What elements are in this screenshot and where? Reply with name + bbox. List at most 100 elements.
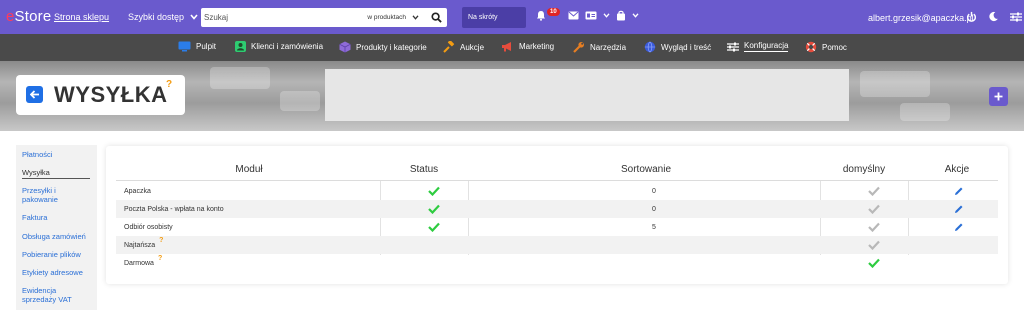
check-icon	[428, 186, 440, 196]
settings-sidebar: Płatności Wysyłka Przesyłki i pakowanie …	[16, 145, 97, 310]
bell-icon[interactable]	[536, 10, 546, 21]
logo[interactable]: eStore	[6, 8, 51, 25]
sidebar-item-payments[interactable]: Płatności	[22, 150, 92, 159]
nav-marketing[interactable]: Marketing	[501, 41, 554, 52]
search-button[interactable]	[425, 8, 447, 27]
page-help-icon[interactable]: ?	[166, 79, 172, 90]
nav-label: Marketing	[519, 42, 555, 51]
sidebar-item-invoice[interactable]: Faktura	[22, 213, 92, 222]
moon-icon[interactable]	[988, 11, 999, 22]
banner-decoration	[280, 91, 320, 111]
banner-decoration	[210, 67, 270, 89]
nav-label: Wygląd i treść	[661, 42, 712, 52]
sidebar-item-order-handling[interactable]: Obsługa zamówień	[22, 232, 92, 241]
shortcuts-button[interactable]: Na skróty	[462, 7, 526, 28]
column-header-default: domyślny	[842, 164, 886, 175]
cell-status[interactable]	[391, 218, 477, 236]
nav-pulpit[interactable]: Pulpit	[178, 41, 216, 52]
module-name: Poczta Polska - wpłata na konto	[124, 205, 224, 213]
sidebar-item-address-labels[interactable]: Etykiety adresowe	[22, 268, 92, 277]
sidebar-item-parcels-packing[interactable]: Przesyłki i pakowanie	[22, 186, 66, 204]
cell-default[interactable]	[831, 236, 917, 254]
sliders-icon[interactable]	[1010, 12, 1022, 22]
search-icon	[430, 12, 442, 23]
cell-status[interactable]	[391, 200, 477, 218]
nav-products-categories[interactable]: Produkty i kategorie	[339, 41, 427, 53]
monitor-icon	[178, 41, 191, 52]
help-icon[interactable]: ?	[158, 255, 162, 262]
help-icon[interactable]: ?	[159, 237, 163, 244]
user-email[interactable]: albert.grzesik@apaczka.pl	[868, 13, 974, 23]
check-icon	[868, 204, 880, 214]
megaphone-icon	[502, 42, 511, 52]
cell-module[interactable]: Odbiór osobisty	[124, 218, 173, 236]
nav-label: Klienci i zamówienia	[251, 42, 324, 51]
cell-status[interactable]	[391, 236, 477, 254]
module-name: Najtańsza	[124, 241, 156, 249]
cell-default[interactable]	[831, 182, 917, 200]
cell-default[interactable]	[831, 200, 917, 218]
plus-icon	[994, 92, 1003, 101]
cell-actions	[919, 182, 998, 200]
chevron-down-icon[interactable]	[603, 13, 610, 18]
nav-label: Pulpit	[196, 42, 217, 51]
shopping-bag-icon[interactable]	[616, 10, 626, 21]
cell-sorting	[479, 236, 829, 254]
edit-button[interactable]	[954, 186, 964, 196]
table-row: Apaczka 0	[116, 182, 998, 200]
check-icon	[428, 222, 440, 232]
check-icon	[868, 222, 880, 232]
cell-module[interactable]: Darmowa?	[124, 254, 162, 272]
table-row: Poczta Polska - wpłata na konto 0	[116, 200, 998, 218]
chevron-down-icon[interactable]	[632, 13, 639, 18]
id-card-icon[interactable]	[585, 11, 597, 20]
sidebar-item-shipping[interactable]: Wysyłka	[22, 168, 92, 177]
cell-default[interactable]	[831, 254, 917, 272]
nav-configuration[interactable]: Konfiguracja	[727, 41, 789, 52]
edit-button[interactable]	[954, 222, 964, 232]
pencil-icon	[954, 205, 962, 213]
cell-module[interactable]: Poczta Polska - wpłata na konto	[124, 200, 224, 218]
check-icon	[868, 186, 880, 196]
user-actions	[966, 11, 1022, 22]
table-row: Darmowa?	[116, 254, 998, 272]
sidebar-divider	[22, 178, 90, 179]
chevron-down-icon	[190, 14, 198, 20]
search-scope-select[interactable]: w produktach	[367, 14, 419, 21]
logo-prefix: e	[6, 8, 15, 25]
cell-status[interactable]	[391, 254, 477, 272]
cell-actions	[919, 254, 998, 272]
nav-clients-orders[interactable]: Klienci i zamówienia	[235, 41, 323, 52]
cell-module[interactable]: Najtańsza?	[124, 236, 163, 254]
cell-module[interactable]: Apaczka	[124, 182, 151, 200]
shipping-modules-table: Moduł Status Sortowanie domyślny Akcje A…	[106, 146, 1008, 284]
table-row: Najtańsza?	[116, 236, 998, 254]
user-icon	[235, 41, 246, 52]
back-button[interactable]	[26, 86, 43, 103]
chevron-down-icon	[412, 15, 419, 20]
wrench-icon	[573, 42, 584, 53]
module-name: Apaczka	[124, 187, 151, 195]
edit-button[interactable]	[954, 204, 964, 214]
search-scope-label: w produktach	[367, 14, 406, 21]
cell-default[interactable]	[831, 218, 917, 236]
nav-auctions[interactable]: Aukcje	[443, 41, 484, 53]
nav-appearance-content[interactable]: Wygląd i treść	[644, 41, 711, 53]
nav-help[interactable]: Pomoc	[805, 41, 847, 53]
column-header-status: Status	[409, 164, 439, 175]
cell-actions	[919, 200, 998, 218]
banner-decoration	[900, 103, 950, 121]
cell-status[interactable]	[391, 182, 477, 200]
check-icon	[428, 204, 440, 214]
mail-icon[interactable]	[568, 11, 579, 20]
sidebar-item-vat-register[interactable]: Ewidencja sprzedaży VAT	[22, 286, 82, 304]
search-input[interactable]: Szukaj	[201, 13, 367, 22]
quick-access-menu[interactable]: Szybki dostęp	[128, 12, 198, 22]
store-link[interactable]: Strona sklepu	[54, 12, 109, 22]
power-icon[interactable]	[966, 11, 977, 22]
add-button[interactable]	[989, 87, 1008, 106]
nav-tools[interactable]: Narzędzia	[573, 41, 626, 53]
sidebar-item-file-downloads[interactable]: Pobieranie plików	[22, 250, 92, 259]
globe-icon	[644, 41, 656, 53]
lifebuoy-icon	[805, 41, 817, 53]
